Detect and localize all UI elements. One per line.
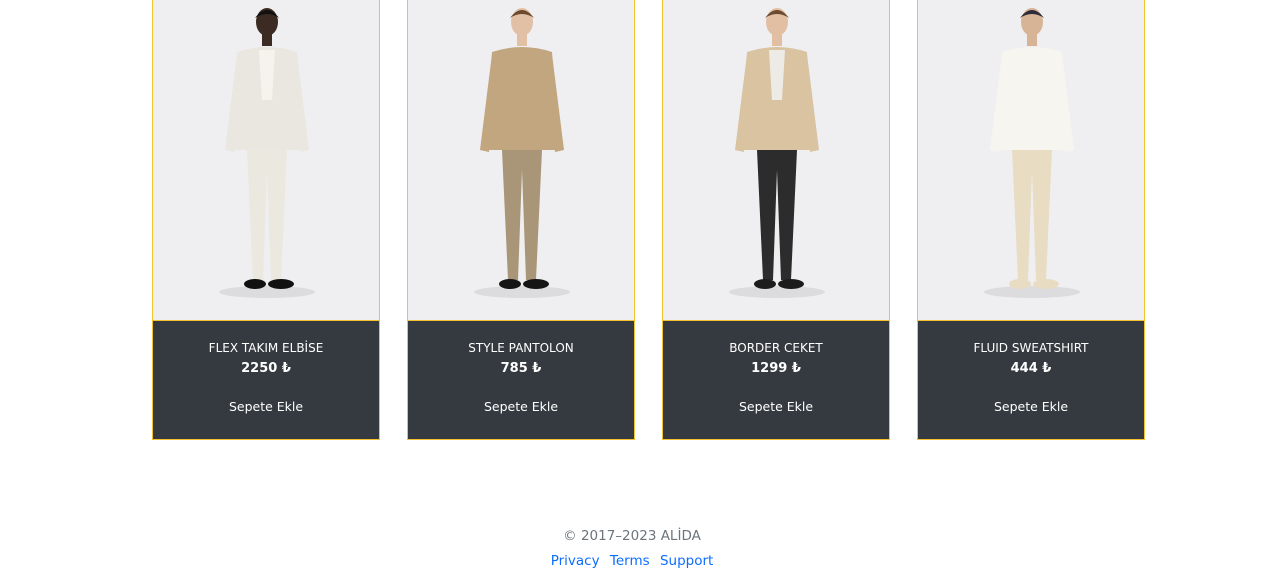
left-shoe (244, 279, 266, 289)
privacy-link[interactable]: Privacy (551, 553, 600, 569)
right-shoe (778, 279, 804, 289)
trousers (247, 150, 287, 280)
model-photo (219, 8, 315, 298)
add-to-cart-button[interactable]: Sepete Ekle (153, 399, 379, 414)
add-to-cart-button[interactable]: Sepete Ekle (663, 399, 889, 414)
right-shoe (1033, 279, 1059, 289)
floor-shadow (984, 286, 1080, 298)
product-info: STYLE PANTOLON 785 ₺ Sepete Ekle (408, 320, 634, 439)
product-price: 444 ₺ (1010, 361, 1052, 376)
right-shoe (523, 279, 549, 289)
product-image[interactable] (918, 0, 1144, 320)
product-name: FLUID SWEATSHIRT (973, 341, 1089, 355)
floor-shadow (729, 286, 825, 298)
product-price: 785 ₺ (500, 361, 542, 376)
product-grid: FLEX TAKIM ELBİSE 2250 ₺ Sepete Ekle STY… (152, 0, 1145, 440)
left-shoe (499, 279, 521, 289)
footer-links: Privacy Terms Support (0, 553, 1264, 569)
product-info: BORDER CEKET 1299 ₺ Sepete Ekle (663, 320, 889, 439)
support-link[interactable]: Support (660, 553, 713, 569)
copyright-text: © 2017–2023 ALİDA (563, 528, 701, 544)
trousers (1012, 150, 1052, 280)
floor-shadow (219, 286, 315, 298)
model-photo (474, 8, 570, 298)
floor-shadow (474, 286, 570, 298)
product-card: FLEX TAKIM ELBİSE 2250 ₺ Sepete Ekle (152, 0, 380, 440)
model-photo (984, 8, 1080, 298)
product-name: STYLE PANTOLON (468, 341, 574, 355)
trousers (502, 150, 542, 280)
left-shoe (754, 279, 776, 289)
product-name: FLEX TAKIM ELBİSE (208, 341, 324, 355)
model-photo (729, 8, 825, 298)
product-image[interactable] (663, 0, 889, 320)
product-price: 2250 ₺ (241, 361, 291, 376)
product-name: BORDER CEKET (729, 341, 823, 355)
left-shoe (1009, 279, 1031, 289)
product-image[interactable] (408, 0, 634, 320)
product-price: 1299 ₺ (751, 361, 801, 376)
product-info: FLEX TAKIM ELBİSE 2250 ₺ Sepete Ekle (153, 320, 379, 439)
product-info: FLUID SWEATSHIRT 444 ₺ Sepete Ekle (918, 320, 1144, 439)
product-card: FLUID SWEATSHIRT 444 ₺ Sepete Ekle (917, 0, 1145, 440)
trousers (757, 150, 797, 280)
add-to-cart-button[interactable]: Sepete Ekle (918, 399, 1144, 414)
product-image[interactable] (153, 0, 379, 320)
product-card: STYLE PANTOLON 785 ₺ Sepete Ekle (407, 0, 635, 440)
add-to-cart-button[interactable]: Sepete Ekle (408, 399, 634, 414)
right-shoe (268, 279, 294, 289)
product-card: BORDER CEKET 1299 ₺ Sepete Ekle (662, 0, 890, 440)
footer: © 2017–2023 ALİDA Privacy Terms Support (0, 528, 1264, 569)
terms-link[interactable]: Terms (610, 553, 650, 569)
